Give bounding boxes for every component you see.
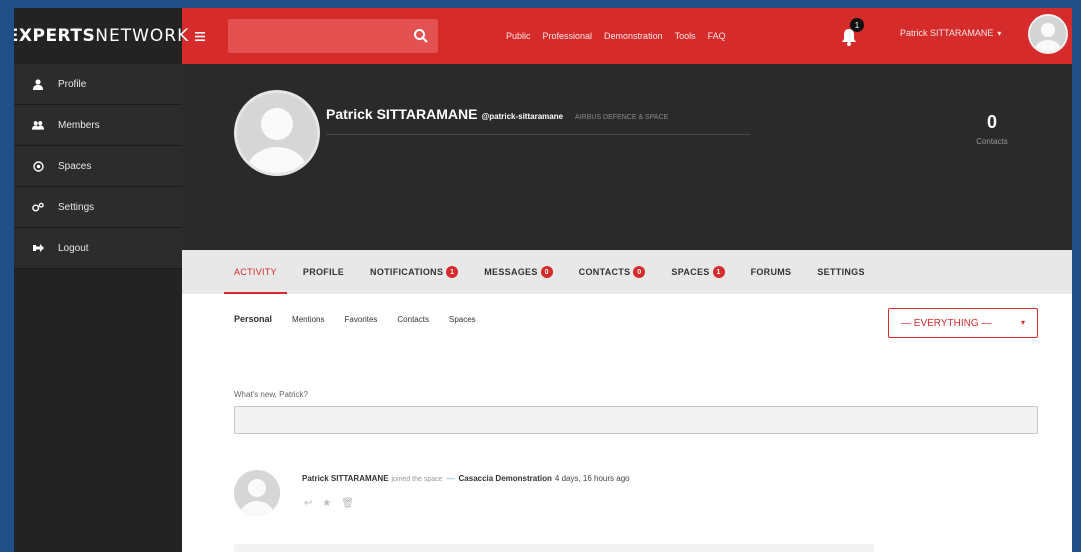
user-avatar-icon xyxy=(237,93,317,173)
profile-avatar[interactable] xyxy=(234,90,320,176)
brand-bold: EXPERTS xyxy=(14,26,96,46)
tab-spaces[interactable]: SPACES 1 xyxy=(671,250,725,294)
app-window: EXPERTS NETWORK Public Professional Demon… xyxy=(14,8,1072,552)
tab-label: FORUMS xyxy=(750,267,792,277)
tab-contacts[interactable]: CONTACTS 0 xyxy=(579,250,646,294)
activity-subnav: Personal Mentions Favorites Contacts Spa… xyxy=(234,314,496,324)
delete-icon[interactable]: 🗑 xyxy=(341,498,354,509)
topnav-public[interactable]: Public xyxy=(506,31,531,41)
sidebar-item-spaces[interactable]: Spaces xyxy=(14,146,182,187)
tab-messages[interactable]: MESSAGES 0 xyxy=(484,250,553,294)
activity-avatar[interactable] xyxy=(234,470,280,516)
chevron-down-icon: ▾ xyxy=(997,28,1002,38)
tab-label: SETTINGS xyxy=(817,267,865,277)
whats-new-input[interactable] xyxy=(235,407,1037,433)
topnav-demonstration[interactable]: Demonstration xyxy=(604,31,663,41)
gear-icon xyxy=(32,201,44,213)
activity-entry-text: Patrick SITTARAMANE joined the space — C… xyxy=(302,474,630,483)
sidebar-item-label: Profile xyxy=(58,78,87,90)
profile-name-line: Patrick SITTARAMANE @patrick-sittaramane… xyxy=(326,106,668,122)
tab-forums[interactable]: FORUMS xyxy=(751,250,792,294)
user-avatar-icon xyxy=(234,470,280,516)
notifications-button[interactable]: 1 xyxy=(838,18,864,48)
whats-new-box xyxy=(234,406,1038,434)
search-box xyxy=(228,19,438,53)
subnav-spaces[interactable]: Spaces xyxy=(449,315,476,324)
activity-separator: — xyxy=(446,474,455,483)
sidebar-item-settings[interactable]: Settings xyxy=(14,187,182,228)
activity-actions: ↩ ★ 🗑 xyxy=(304,498,364,509)
logout-icon xyxy=(32,242,44,254)
sidebar-item-members[interactable]: Members xyxy=(14,105,182,146)
contacts-stat[interactable]: 0 Contacts xyxy=(962,112,1022,146)
contacts-label: Contacts xyxy=(976,137,1008,146)
star-icon[interactable]: ★ xyxy=(322,498,331,509)
contacts-count: 0 xyxy=(986,112,997,132)
hamburger-icon xyxy=(195,31,205,41)
profile-name: Patrick SITTARAMANE xyxy=(326,106,478,122)
tab-label: ACTIVITY xyxy=(234,267,277,277)
users-icon xyxy=(32,119,44,131)
spaces-icon xyxy=(32,160,44,172)
topnav-faq[interactable]: FAQ xyxy=(708,31,726,41)
profile-organization: AIRBUS DEFENCE & SPACE xyxy=(575,114,669,121)
activity-verb: joined the space xyxy=(391,476,443,483)
sidebar-item-label: Members xyxy=(58,119,100,131)
sidebar-item-label: Settings xyxy=(58,201,95,213)
topnav-tools[interactable]: Tools xyxy=(675,31,696,41)
tab-profile[interactable]: PROFILE xyxy=(303,250,344,294)
sidebar-item-label: Logout xyxy=(58,242,89,254)
tab-settings[interactable]: SETTINGS xyxy=(817,250,864,294)
top-nav: Public Professional Demonstration Tools … xyxy=(506,31,738,41)
top-bar: EXPERTS NETWORK Public Professional Demon… xyxy=(14,8,1072,64)
tab-label: PROFILE xyxy=(302,267,345,277)
tab-notifications[interactable]: NOTIFICATIONS 1 xyxy=(370,250,459,294)
notification-count-badge: 1 xyxy=(850,18,864,32)
profile-tabs: ACTIVITY PROFILE NOTIFICATIONS 1 MESSAGE… xyxy=(182,250,1072,294)
profile-handle: @patrick-sittaramane xyxy=(481,112,564,121)
reply-icon[interactable]: ↩ xyxy=(304,498,312,509)
tab-label: MESSAGES xyxy=(484,267,538,277)
filter-selected-value: — EVERYTHING — xyxy=(901,317,992,329)
chevron-down-icon: ▾ xyxy=(1020,318,1025,327)
profile-header: Patrick SITTARAMANE @patrick-sittaramane… xyxy=(182,64,1072,250)
tab-label: NOTIFICATIONS xyxy=(370,267,444,277)
user-menu-label: Patrick SITTARAMANE xyxy=(900,28,994,38)
brand-thin: NETWORK xyxy=(95,26,190,46)
activity-filter-select[interactable]: — EVERYTHING — ▾ xyxy=(888,308,1038,338)
tab-activity[interactable]: ACTIVITY xyxy=(224,250,287,294)
user-avatar-icon xyxy=(1030,16,1066,52)
search-input[interactable] xyxy=(228,19,408,53)
activity-user-link[interactable]: Patrick SITTARAMANE xyxy=(302,474,389,483)
avatar[interactable] xyxy=(1028,14,1068,54)
activity-space-link[interactable]: Casaccia Demonstration xyxy=(459,474,552,483)
subnav-favorites[interactable]: Favorites xyxy=(345,315,378,324)
topnav-professional[interactable]: Professional xyxy=(543,31,593,41)
count-badge: 1 xyxy=(446,266,459,278)
subnav-mentions[interactable]: Mentions xyxy=(292,315,324,324)
divider xyxy=(326,134,750,135)
sidebar-filler xyxy=(14,269,182,552)
user-menu[interactable]: Patrick SITTARAMANE ▾ xyxy=(900,28,1001,38)
subnav-personal[interactable]: Personal xyxy=(234,314,272,324)
sidebar-item-profile[interactable]: Profile xyxy=(14,64,182,105)
sidebar-item-label: Spaces xyxy=(58,160,92,172)
brand-logo[interactable]: EXPERTS NETWORK xyxy=(14,8,188,64)
sidebar: Profile Members Spaces Settings Logout xyxy=(14,64,182,552)
next-activity-edge xyxy=(234,544,874,552)
tab-label: CONTACTS xyxy=(578,267,631,277)
tab-label: SPACES xyxy=(671,267,710,277)
count-badge: 0 xyxy=(633,266,646,278)
sidebar-item-logout[interactable]: Logout xyxy=(14,228,182,269)
subnav-contacts[interactable]: Contacts xyxy=(397,315,429,324)
user-icon xyxy=(32,78,44,90)
activity-timestamp[interactable]: 4 days, 16 hours ago xyxy=(555,474,630,483)
whats-new-label: What's new, Patrick? xyxy=(234,390,308,399)
search-icon[interactable] xyxy=(412,27,430,45)
menu-toggle-button[interactable] xyxy=(182,8,218,64)
count-badge: 0 xyxy=(540,266,553,278)
count-badge: 1 xyxy=(712,266,725,278)
